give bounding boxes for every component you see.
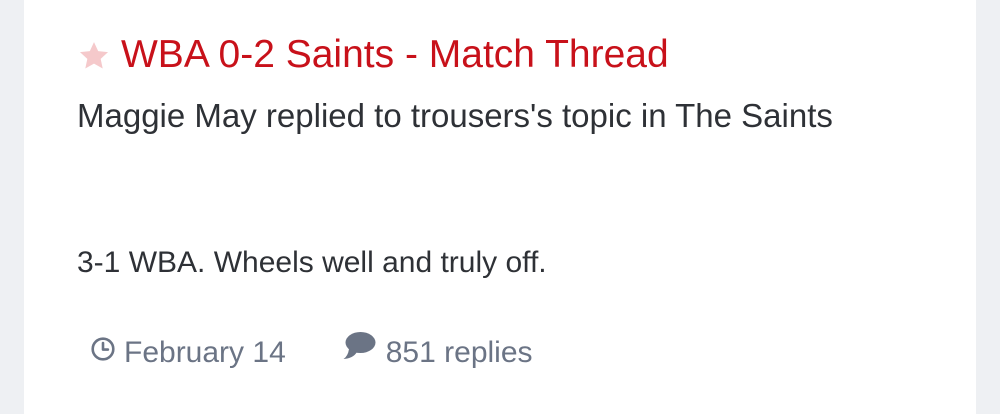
star-icon [77, 39, 111, 73]
post-date: February 14 [124, 336, 286, 369]
replies-meta[interactable]: 851 replies [342, 330, 533, 376]
comment-icon [342, 330, 378, 376]
reply-count[interactable]: 851 replies [386, 330, 533, 376]
date-meta: February 14 [90, 330, 286, 376]
topic-meta: February 14 851 replies [90, 330, 533, 376]
activity-summary: Maggie May replied to trousers's topic i… [77, 97, 833, 134]
clock-icon [90, 330, 116, 376]
topic-title-link[interactable]: WBA 0-2 Saints - Match Thread [121, 30, 669, 80]
topic-title-row[interactable]: WBA 0-2 Saints - Match Thread [77, 30, 669, 80]
post-snippet: 3-1 WBA. Wheels well and truly off. [77, 246, 547, 279]
activity-card: WBA 0-2 Saints - Match Thread Maggie May… [24, 0, 976, 414]
